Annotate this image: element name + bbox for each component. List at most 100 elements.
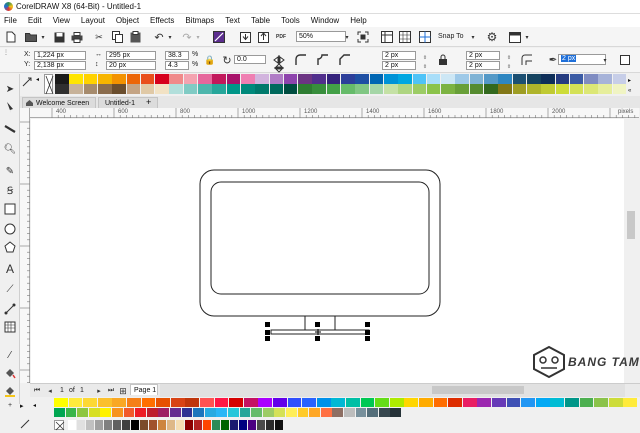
text-tool-icon[interactable]: A (3, 262, 17, 276)
doc-color-swatch[interactable] (83, 398, 97, 407)
doc-color-swatch[interactable] (54, 408, 65, 417)
corner-radius-bottom-right-field[interactable]: 2 px (466, 61, 500, 70)
color-swatch[interactable] (484, 74, 498, 84)
color-swatch[interactable] (341, 74, 355, 84)
mirror-vertical-icon[interactable] (272, 61, 286, 75)
doc-color-swatch[interactable] (158, 420, 167, 430)
doc-color-swatch[interactable] (216, 408, 228, 417)
chamfered-corner-icon[interactable] (338, 53, 352, 67)
round-corner-icon[interactable] (294, 53, 308, 67)
color-swatch[interactable] (169, 84, 184, 94)
palette-menu-icon[interactable] (22, 77, 34, 87)
color-swatch[interactable] (226, 74, 241, 84)
doc-color-swatch[interactable] (316, 398, 331, 407)
doc-color-swatch[interactable] (122, 420, 131, 430)
doc-color-swatch[interactable] (158, 408, 170, 417)
rotate-icon[interactable]: ↻ (220, 53, 234, 67)
snap-dropdown-icon[interactable]: ▾ (466, 30, 480, 44)
y-position-field[interactable]: 2,138 px (34, 61, 86, 70)
vertical-scroll-thumb[interactable] (627, 211, 635, 239)
doc-color-swatch[interactable] (112, 408, 123, 417)
color-swatch[interactable] (126, 84, 141, 94)
doc-color-swatch[interactable] (170, 398, 185, 407)
search-content-icon[interactable] (212, 30, 226, 44)
color-swatch[interactable] (555, 84, 570, 94)
print-icon[interactable] (70, 30, 84, 44)
color-swatch[interactable] (555, 74, 570, 84)
color-swatch[interactable] (69, 74, 83, 84)
color-swatch[interactable] (612, 84, 627, 94)
corner-radius-top-left-field[interactable]: 2 px (382, 51, 416, 60)
color-swatch[interactable] (484, 84, 498, 94)
doc-palette-eyedropper-icon[interactable] (20, 419, 32, 429)
doc-color-swatch[interactable] (320, 408, 332, 417)
doc-color-swatch[interactable] (302, 398, 316, 407)
eyedropper-tool-icon[interactable]: ⁄ (3, 348, 17, 362)
tab-welcome-screen[interactable]: Welcome Screen (22, 97, 96, 108)
color-swatch[interactable] (269, 74, 284, 84)
doc-color-swatch[interactable] (97, 398, 112, 407)
doc-color-swatch[interactable] (274, 408, 286, 417)
color-swatch[interactable] (240, 84, 255, 94)
doc-color-swatch[interactable] (228, 408, 239, 417)
doc-color-swatch[interactable] (535, 398, 550, 407)
color-swatch[interactable] (155, 74, 169, 84)
color-swatch[interactable] (398, 84, 412, 94)
doc-color-swatch[interactable] (331, 398, 346, 407)
doc-color-swatch[interactable] (506, 398, 521, 407)
corner-bl-spinner-icon[interactable]: ⇳ (418, 60, 432, 74)
doc-color-swatch[interactable] (113, 420, 122, 430)
cut-icon[interactable]: ✂ (92, 30, 106, 44)
save-icon[interactable] (52, 30, 66, 44)
color-swatch[interactable] (298, 74, 312, 84)
doc-color-swatch[interactable] (149, 420, 158, 430)
smart-fill-tool-icon[interactable] (3, 384, 17, 398)
corner-br-spinner-icon[interactable]: ⇳ (502, 60, 516, 74)
doc-color-swatch[interactable] (286, 408, 297, 417)
doc-color-swatch[interactable] (135, 408, 146, 417)
doc-color-swatch[interactable] (623, 398, 638, 407)
doc-color-swatch[interactable] (251, 408, 262, 417)
tab-page-1[interactable]: Page 1 (130, 384, 158, 395)
color-swatch[interactable] (426, 74, 441, 84)
color-swatch[interactable] (441, 84, 455, 94)
menu-table[interactable]: Table (251, 16, 270, 25)
selection-handle[interactable] (365, 322, 370, 327)
doc-color-swatch[interactable] (346, 398, 360, 407)
doc-color-swatch[interactable] (344, 408, 355, 417)
color-swatch[interactable] (97, 74, 112, 84)
doc-color-swatch[interactable] (248, 420, 257, 430)
vertical-scrollbar[interactable] (624, 119, 639, 383)
color-swatch[interactable] (383, 74, 398, 84)
ellipse-tool-icon[interactable] (3, 222, 17, 236)
import-icon[interactable] (238, 30, 252, 44)
color-swatch[interactable] (326, 74, 341, 84)
lock-ratio-icon[interactable]: 🔒 (203, 53, 217, 67)
menu-effects[interactable]: Effects (150, 16, 174, 25)
color-swatch[interactable] (97, 84, 112, 94)
color-swatch[interactable] (526, 74, 541, 84)
scalloped-corner-icon[interactable] (316, 53, 330, 67)
doc-color-swatch[interactable] (212, 420, 221, 430)
first-page-icon[interactable]: ⏮ (30, 384, 44, 398)
color-swatch[interactable] (312, 74, 327, 84)
menu-file[interactable]: File (4, 16, 17, 25)
color-swatch[interactable] (369, 84, 384, 94)
snap-to-button[interactable]: Snap To (438, 33, 464, 40)
color-swatch[interactable] (469, 84, 484, 94)
doc-color-swatch[interactable] (77, 408, 88, 417)
doc-palette-menu-icon[interactable]: ▸ (20, 402, 30, 412)
color-swatch[interactable] (269, 84, 284, 94)
width-field[interactable]: 295 px (106, 51, 156, 60)
zoom-dropdown-icon[interactable]: ▾ (340, 30, 354, 44)
doc-color-swatch[interactable] (404, 398, 419, 407)
show-guidelines-icon[interactable] (418, 30, 432, 44)
doc-color-swatch[interactable] (332, 408, 344, 417)
color-swatch[interactable] (140, 74, 155, 84)
artistic-media-tool-icon[interactable]: Ꞩ (3, 184, 17, 198)
doc-color-swatch[interactable] (229, 398, 243, 407)
color-swatch[interactable] (412, 74, 427, 84)
doc-color-swatch[interactable] (273, 398, 287, 407)
selection-handle[interactable] (365, 330, 370, 335)
menu-edit[interactable]: Edit (28, 16, 42, 25)
